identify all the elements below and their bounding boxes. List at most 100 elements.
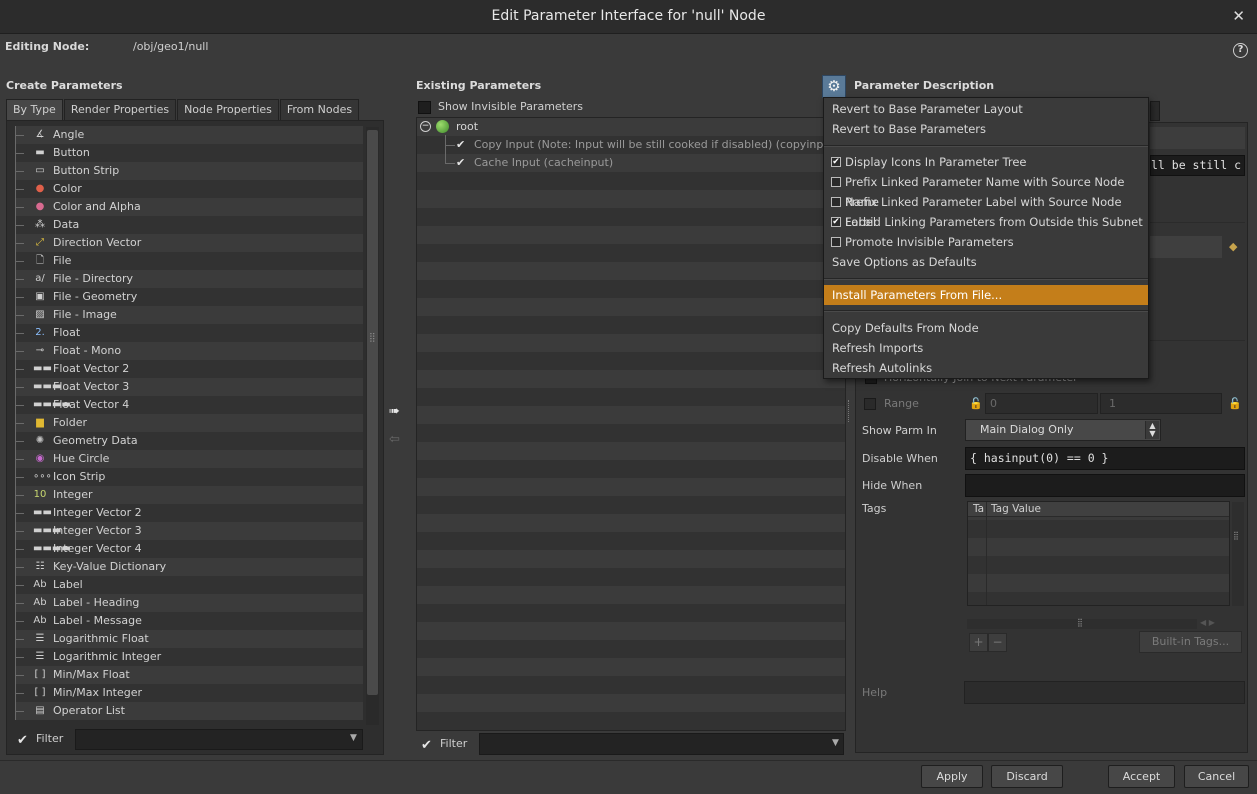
list-item[interactable]: ☰ Logarithmic Integer xyxy=(15,648,363,666)
list-item[interactable]: a/File - Directory xyxy=(15,270,363,288)
menu-item-prefix-name[interactable]: Prefix Linked Parameter Name with Source… xyxy=(824,172,1148,209)
list-item[interactable]: 2. Float xyxy=(15,324,363,342)
tags-column-tag[interactable]: Ta xyxy=(973,503,984,515)
list-item[interactable]: Ab Label - Message xyxy=(15,612,363,630)
tags-scrollbar[interactable] xyxy=(1232,502,1244,606)
close-icon[interactable]: ✕ xyxy=(1232,7,1245,25)
type-list-scroll-thumb[interactable] xyxy=(367,130,378,695)
scroll-arrows-icon[interactable]: ◀ ▶ xyxy=(1200,618,1215,627)
apply-button[interactable]: Apply xyxy=(921,765,983,788)
disable-when-input[interactable]: { hasinput(0) == 0 } xyxy=(965,447,1245,470)
list-item[interactable]: Ab Label xyxy=(15,576,363,594)
help-input[interactable] xyxy=(964,681,1245,704)
list-item[interactable]: Ab Label - Heading xyxy=(15,594,363,612)
create-filter-input[interactable] xyxy=(75,729,363,750)
list-item[interactable]: ▭ Button Strip xyxy=(15,162,363,180)
chevron-down-icon[interactable]: ▼ xyxy=(350,733,357,743)
list-item[interactable]: ◉ Hue Circle xyxy=(15,450,363,468)
existing-filter-input[interactable] xyxy=(479,733,844,755)
list-item[interactable]: ▬▬▬ Float Vector 3 xyxy=(15,378,363,396)
chevron-down-icon[interactable]: ▼ xyxy=(832,738,839,748)
list-item[interactable]: ∡ Angle xyxy=(15,126,363,144)
list-item[interactable]: ⊸ Float - Mono xyxy=(15,342,363,360)
list-item[interactable]: ▬▬▬▬ Integer Vector 4 xyxy=(15,540,363,558)
tree-item-copy-input[interactable]: Copy Input (Note: Input will be still co… xyxy=(474,138,839,151)
select-arrows-icon[interactable]: ▲ ▼ xyxy=(1145,421,1159,439)
list-item[interactable]: 🗋 File xyxy=(15,252,363,270)
tree-item-cache-input[interactable]: Cache Input (cacheinput) xyxy=(474,156,613,169)
list-item[interactable]: [ ] Min/Max Integer xyxy=(15,684,363,702)
help-icon[interactable]: ? xyxy=(1233,43,1248,58)
python-icon[interactable]: ◆ xyxy=(1229,240,1237,253)
tags-column-value[interactable]: Tag Value xyxy=(991,503,1041,515)
list-item[interactable]: ▆ Folder xyxy=(15,414,363,432)
label-field[interactable]: ll be still c xyxy=(1150,155,1245,176)
list-item[interactable]: ▬▬ Integer Vector 2 xyxy=(15,504,363,522)
lock-icon[interactable]: 🔓 xyxy=(1228,397,1242,410)
collapse-icon[interactable]: − xyxy=(420,121,431,132)
discard-button[interactable]: Discard xyxy=(991,765,1063,788)
menu-item-forbid-linking[interactable]: ✔ Forbid Linking Parameters from Outside … xyxy=(824,212,1148,232)
menu-item-revert-layout[interactable]: Revert to Base Parameter Layout xyxy=(824,99,1148,119)
callback-field[interactable] xyxy=(1150,236,1222,258)
list-item[interactable]: ▬▬▬ Integer Vector 3 xyxy=(15,522,363,540)
menu-item-revert-parameters[interactable]: Revert to Base Parameters xyxy=(824,119,1148,139)
list-item[interactable]: ▤ Operator List xyxy=(15,702,363,720)
range-max-field[interactable]: 1 xyxy=(1100,393,1222,414)
name-field[interactable] xyxy=(1150,127,1245,149)
menu-item-prefix-label[interactable]: Prefix Linked Parameter Label with Sourc… xyxy=(824,192,1148,229)
checkbox-checked-icon[interactable]: ✔ xyxy=(831,157,841,167)
add-parameter-arrow-icon[interactable]: ➠ xyxy=(389,404,400,419)
menu-item-promote-invisible[interactable]: Promote Invisible Parameters xyxy=(824,232,1148,252)
checkbox-icon[interactable] xyxy=(831,197,841,207)
tab-render-properties[interactable]: Render Properties xyxy=(63,99,177,120)
range-checkbox[interactable] xyxy=(864,398,876,410)
checkbox-icon[interactable] xyxy=(831,237,841,247)
lock-icon[interactable]: 🔓 xyxy=(969,397,983,410)
menu-item-display-icons[interactable]: ✔ Display Icons In Parameter Tree xyxy=(824,152,1148,172)
list-item[interactable]: ● Color and Alpha xyxy=(15,198,363,216)
menu-item-install-from-file[interactable]: Install Parameters From File... xyxy=(824,285,1148,305)
tab-node-properties[interactable]: Node Properties xyxy=(177,99,279,120)
show-parm-select[interactable]: Main Dialog Only xyxy=(965,419,1161,441)
menu-item-copy-defaults[interactable]: Copy Defaults From Node xyxy=(824,318,1148,338)
list-item[interactable]: ▨ File - Image xyxy=(15,306,363,324)
add-tag-button[interactable]: + xyxy=(969,633,988,652)
tree-root-label[interactable]: root xyxy=(456,120,478,133)
list-item-label: Color and Alpha xyxy=(53,200,141,213)
list-item[interactable]: ⁂ Data xyxy=(15,216,363,234)
menu-item-save-defaults[interactable]: Save Options as Defaults xyxy=(824,252,1148,272)
hide-when-input[interactable] xyxy=(965,474,1245,497)
cancel-button[interactable]: Cancel xyxy=(1184,765,1249,788)
gear-icon[interactable]: ⚙ xyxy=(822,75,846,98)
filter-check-icon[interactable]: ✔ xyxy=(17,733,28,748)
list-item[interactable]: ▬▬▬▬ Float Vector 4 xyxy=(15,396,363,414)
menu-item-refresh-imports[interactable]: Refresh Imports xyxy=(824,338,1148,358)
list-item[interactable]: 10 Integer xyxy=(15,486,363,504)
list-item[interactable]: ⤢ Direction Vector xyxy=(15,234,363,252)
checkbox-icon[interactable] xyxy=(831,177,841,187)
show-invisible-checkbox[interactable] xyxy=(418,101,431,114)
panel-splitter[interactable] xyxy=(848,400,851,422)
list-item[interactable]: ✺ Geometry Data xyxy=(15,432,363,450)
list-item[interactable]: ▬ Button xyxy=(15,144,363,162)
list-item[interactable]: ● Color xyxy=(15,180,363,198)
menu-item-refresh-autolinks[interactable]: Refresh Autolinks xyxy=(824,358,1148,378)
builtin-tags-button[interactable]: Built-in Tags... xyxy=(1139,631,1242,653)
tab-from-nodes[interactable]: From Nodes xyxy=(279,99,360,120)
checkbox-checked-icon[interactable]: ✔ xyxy=(831,217,841,227)
tab-by-type[interactable]: By Type xyxy=(6,99,63,120)
list-item[interactable]: ∘∘∘ Icon Strip xyxy=(15,468,363,486)
remove-parameter-arrow-icon[interactable]: ⇦ xyxy=(389,432,400,447)
accept-button[interactable]: Accept xyxy=(1108,765,1175,788)
list-item[interactable]: ☷ Key-Value Dictionary xyxy=(15,558,363,576)
filter-check-icon[interactable]: ✔ xyxy=(421,738,432,753)
list-item[interactable]: ▣ File - Geometry xyxy=(15,288,363,306)
type-field[interactable] xyxy=(1150,101,1160,121)
type-list-scrollbar[interactable] xyxy=(366,127,379,725)
list-item[interactable]: [ ] Min/Max Float xyxy=(15,666,363,684)
range-min-field[interactable]: 0 xyxy=(985,393,1098,414)
list-item[interactable]: ☰ Logarithmic Float xyxy=(15,630,363,648)
remove-tag-button[interactable]: − xyxy=(988,633,1007,652)
list-item[interactable]: ▬▬ Float Vector 2 xyxy=(15,360,363,378)
